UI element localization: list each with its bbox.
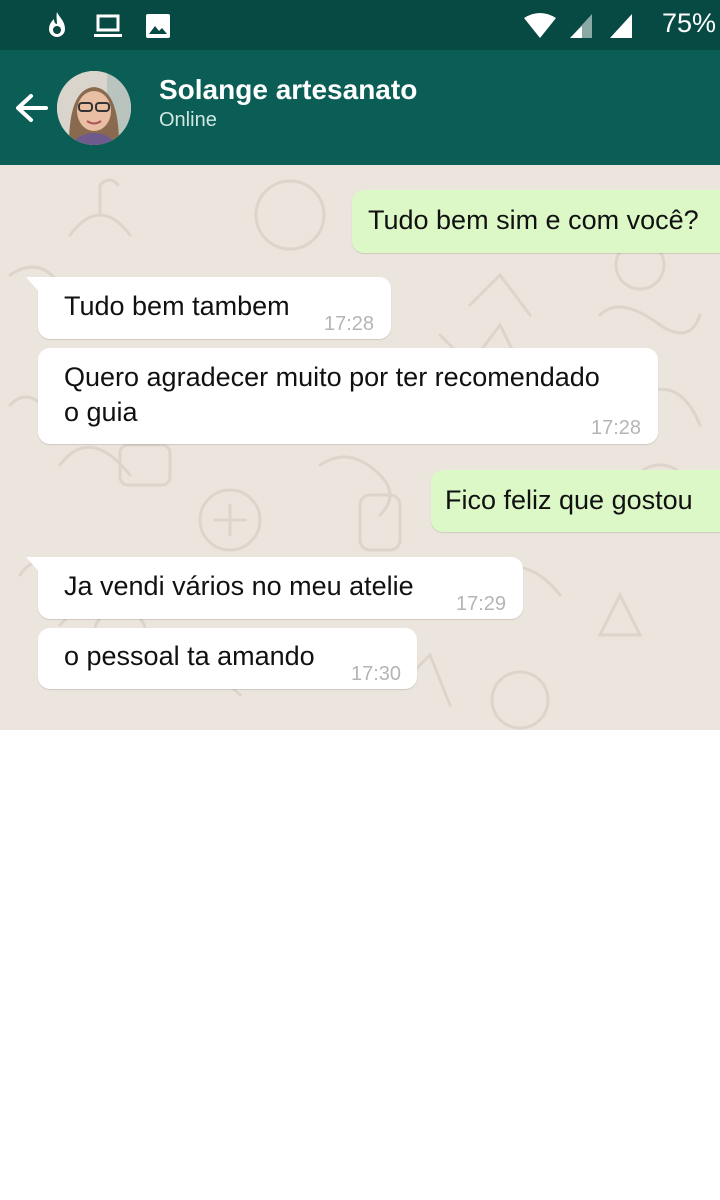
image-icon	[145, 10, 171, 45]
contact-name[interactable]: Solange artesanato	[159, 74, 417, 106]
message-bubble-incoming[interactable]: Tudo bem tambem 17:28	[26, 277, 391, 339]
chat-header: Solange artesanato Online	[0, 50, 720, 165]
message-time: 17:30	[351, 663, 402, 685]
bubble-tail	[26, 277, 40, 293]
message-text-line: Quero agradecer muito por ter recomendad…	[64, 362, 600, 392]
wifi-icon	[523, 12, 557, 45]
message-bubble-outgoing[interactable]: Tudo bem sim e com você?	[352, 190, 720, 253]
message-text: Tudo bem tambem	[64, 291, 290, 321]
signal-icon	[568, 12, 594, 45]
bubble-tail	[26, 557, 40, 573]
status-bar: 75%	[0, 0, 720, 50]
contact-status: Online	[159, 109, 217, 131]
message-bubble-outgoing[interactable]: Fico feliz que gostou	[431, 470, 720, 532]
battery-level: 75%	[661, 8, 716, 38]
message-text: o pessoal ta amando	[64, 641, 315, 671]
laptop-icon	[94, 10, 122, 45]
message-time: 17:28	[324, 313, 375, 335]
message-bubble-incoming[interactable]: Quero agradecer muito por ter recomendad…	[38, 348, 658, 444]
fire-notification-icon	[46, 10, 68, 45]
message-time: 17:29	[456, 593, 507, 615]
arrow-left-icon	[16, 94, 48, 122]
message-text: Ja vendi vários no meu atelie	[64, 571, 414, 601]
message-bubble-incoming[interactable]: o pessoal ta amando 17:30	[38, 628, 417, 689]
message-text-line: o guia	[64, 397, 138, 427]
message-bubble-incoming[interactable]: Ja vendi vários no meu atelie 17:29	[26, 557, 523, 619]
chat-area[interactable]: Tudo bem sim e com você? Tudo bem tambem…	[0, 165, 720, 730]
back-button[interactable]	[12, 88, 52, 128]
message-text: Tudo bem sim e com você?	[368, 205, 699, 235]
message-text: Fico feliz que gostou	[445, 485, 693, 515]
signal-icon	[608, 12, 634, 45]
message-time: 17:28	[591, 417, 642, 439]
avatar[interactable]	[57, 71, 131, 145]
